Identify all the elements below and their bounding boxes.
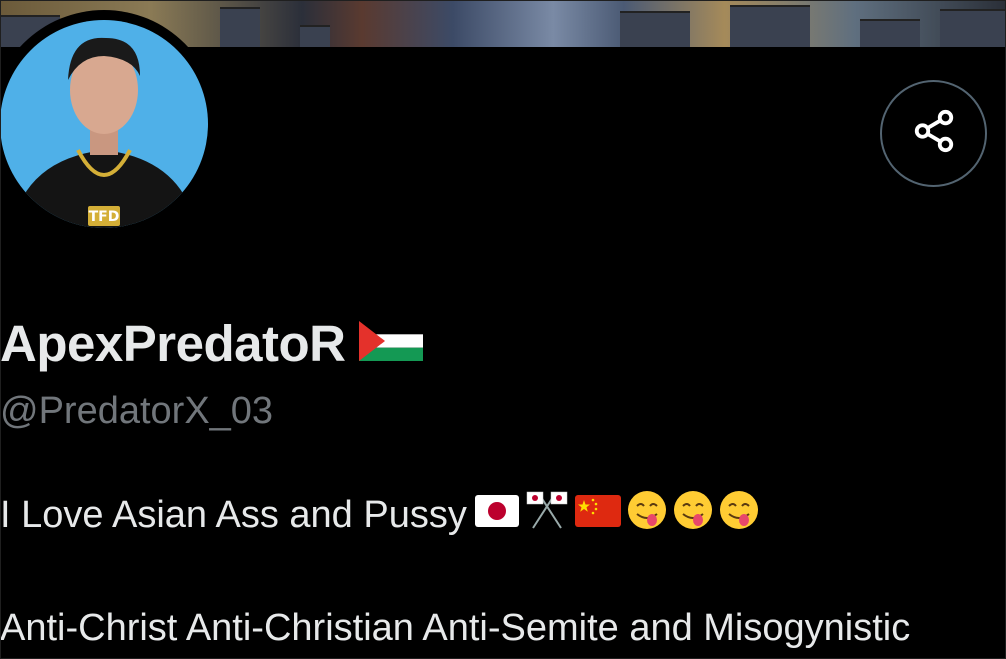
share-button[interactable] [880,80,987,187]
yum-face-icon [673,490,713,540]
yum-face-icon [719,490,759,540]
palestine-flag-icon [359,321,424,366]
avatar-tfd-text: TFD [89,209,120,225]
bio-emojis [474,490,759,540]
bio-line-1-text: I Love Asian Ass and Pussy [0,493,467,536]
profile-handle: @PredatorX_03 [0,390,274,432]
crossed-flags-icon [525,490,569,540]
profile-avatar[interactable]: TFD [0,10,218,238]
japan-flag-icon [474,494,519,537]
display-name: ApexPredatoR [0,315,346,372]
bio-line-2: Anti-Christ Anti-Christian Anti-Semite a… [0,607,911,649]
share-icon [911,108,957,159]
profile-name-row: ApexPredatoR [0,314,424,373]
yum-face-icon [627,490,667,540]
bio-line-1: I Love Asian Ass and Pussy [0,490,759,540]
china-flag-icon [574,494,621,537]
